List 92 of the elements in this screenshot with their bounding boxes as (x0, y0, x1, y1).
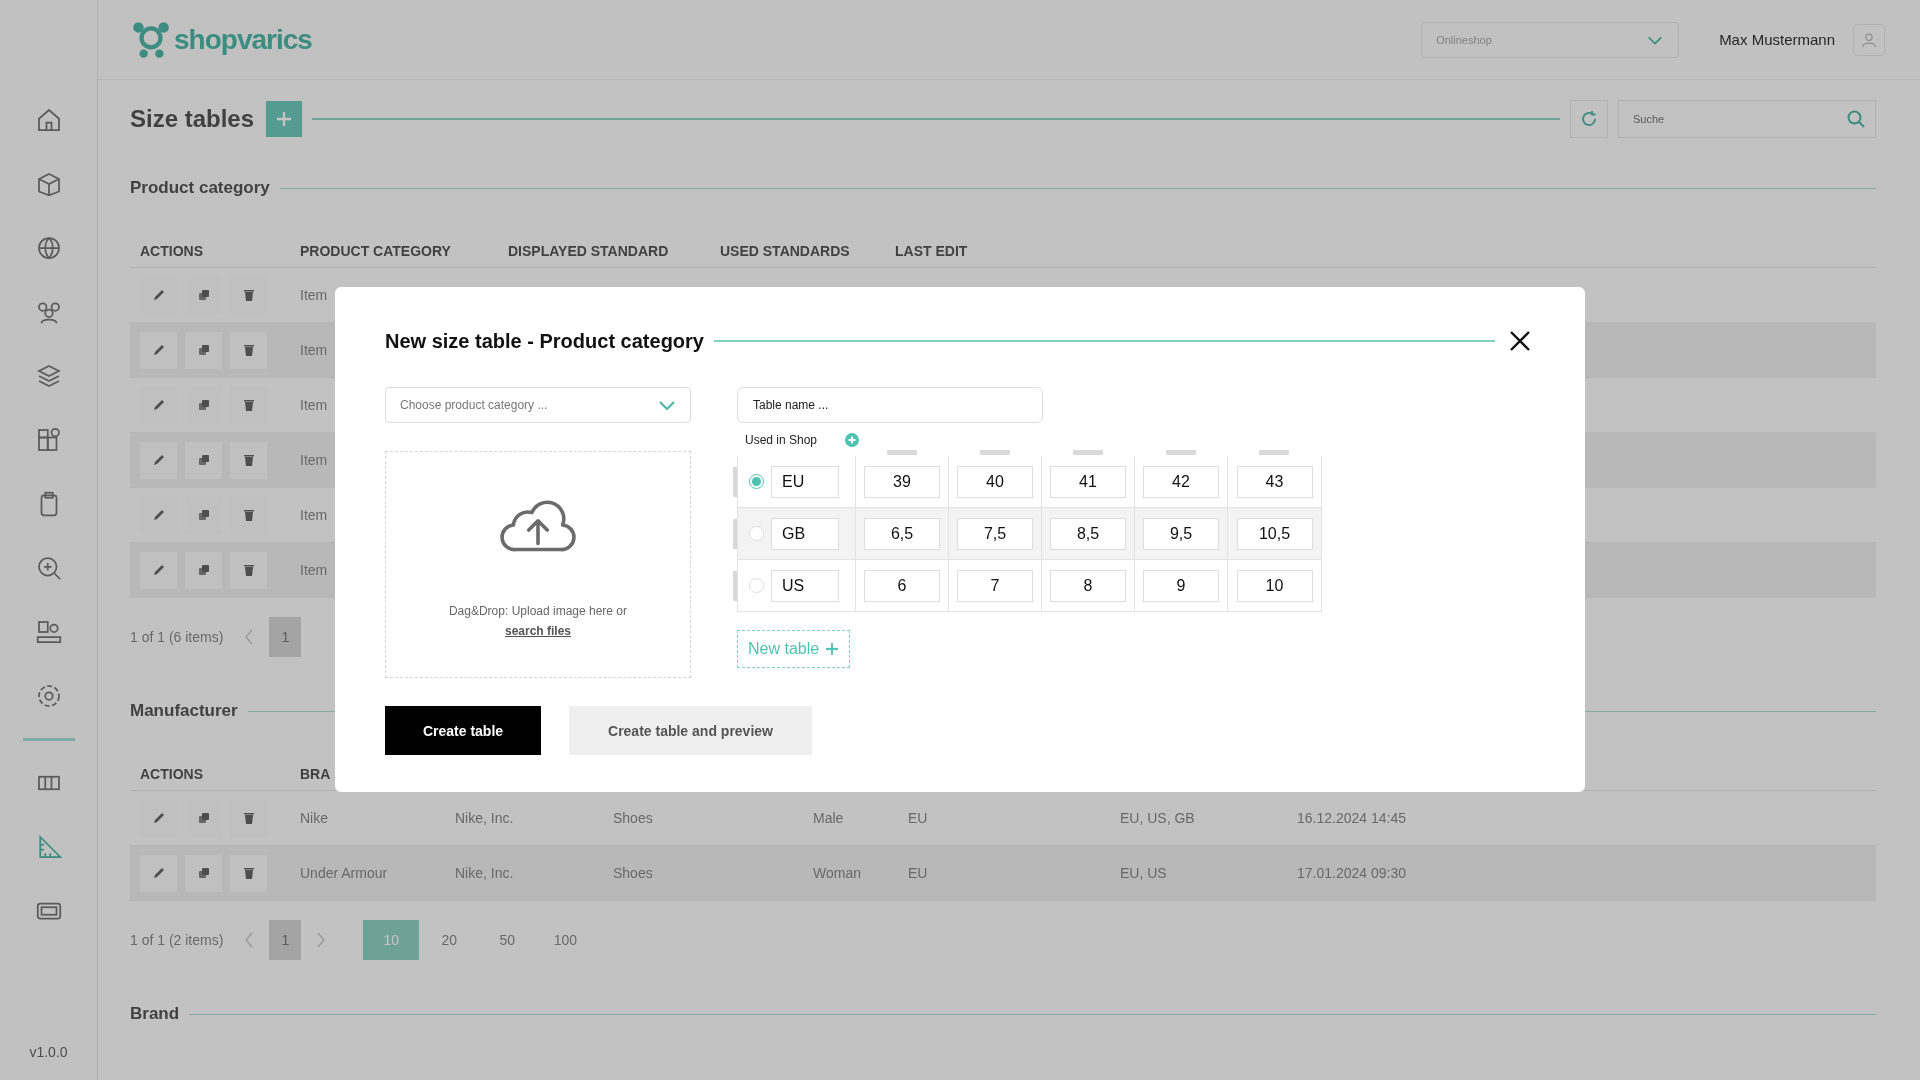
size-field[interactable]: 8 (1050, 569, 1126, 602)
search-icon (1846, 109, 1866, 129)
size-field[interactable]: 41 (1050, 465, 1126, 498)
create-table-button[interactable]: Create table (385, 706, 541, 755)
pagination-summary: 1 of 1 (2 items) (130, 932, 224, 948)
radio-button[interactable] (749, 526, 764, 541)
table-name-field[interactable]: Table name ... (737, 387, 1043, 423)
delete-button[interactable] (230, 551, 267, 589)
table-cell: Nike, Inc. (455, 810, 514, 826)
standard-field[interactable]: GB (771, 517, 839, 550)
drag-handle[interactable] (1165, 450, 1196, 455)
page-title: Size tables (130, 105, 255, 133)
table-cell: Item (300, 452, 328, 468)
edit-button[interactable] (140, 551, 177, 589)
table-cell: Item (300, 562, 328, 578)
pagination-summary: 1 of 1 (6 items) (130, 629, 224, 645)
table-cell: EU, US, GB (1120, 810, 1195, 826)
version-label: v1.0.0 (29, 1044, 68, 1060)
size-field[interactable]: 9,5 (1143, 517, 1219, 550)
drag-handle[interactable] (733, 467, 737, 497)
size-field[interactable]: 8,5 (1050, 517, 1126, 550)
column-header: BRA (300, 766, 331, 782)
table-cell: Item (300, 287, 328, 303)
column-header: ACTIONS (140, 766, 203, 782)
logo-text: shopvarics (174, 23, 312, 56)
table-cell: EU (908, 865, 928, 881)
size-field[interactable]: 7 (957, 569, 1033, 602)
table-cell: Item (300, 342, 328, 358)
copy-button[interactable] (185, 551, 222, 589)
edit-button[interactable] (140, 331, 177, 369)
refresh-icon (1579, 109, 1599, 129)
delete-button[interactable] (230, 441, 267, 479)
upload-hint: Dag&Drop: Upload image here or (448, 604, 628, 618)
used-in-shop-label: Used in Shop (745, 433, 819, 447)
table-cell: Item (300, 507, 328, 523)
add-circle-icon[interactable] (845, 433, 859, 447)
column-header: PRODUCT CATEGORY (300, 243, 451, 259)
copy-button[interactable] (185, 331, 222, 369)
standard-field[interactable]: EU (771, 465, 839, 498)
drag-handle[interactable] (1072, 450, 1103, 455)
table-cell: Woman (813, 865, 861, 881)
search-field[interactable]: Suche (1618, 100, 1876, 138)
table-cell: 16.12.2024 14:45 (1297, 810, 1406, 826)
table-cell: Male (813, 810, 844, 826)
table-cell: Item (300, 397, 328, 413)
size-field[interactable]: 43 (1236, 465, 1313, 498)
section-title: Product category (130, 178, 270, 198)
drag-handle[interactable] (886, 450, 917, 455)
standard-field[interactable]: US (771, 569, 839, 602)
edit-button[interactable] (140, 854, 177, 892)
create-preview-button[interactable]: Create table and preview (569, 706, 812, 755)
size-field[interactable]: 39 (864, 465, 940, 498)
delete-button[interactable] (230, 331, 267, 369)
table-cell: Under Armour (300, 865, 388, 881)
size-field[interactable]: 42 (1143, 465, 1219, 498)
drag-handle[interactable] (1258, 450, 1289, 455)
table-cell: EU (908, 810, 928, 826)
table-cell: Nike (300, 810, 328, 826)
section-title: Manufacturer (130, 701, 238, 721)
category-dropdown[interactable]: Choose product category ... (385, 387, 691, 423)
size-field[interactable]: 9 (1143, 569, 1219, 602)
drag-handle[interactable] (979, 450, 1010, 455)
column-header: ACTIONS (140, 243, 203, 259)
radio-button[interactable] (749, 578, 764, 593)
refresh-button[interactable] (1570, 100, 1608, 138)
table-cell: Shoes (613, 865, 653, 881)
edit-button[interactable] (140, 441, 177, 479)
close-icon (1508, 329, 1532, 353)
copy-button[interactable] (185, 441, 222, 479)
dialog-title: New size table - Product category (385, 329, 704, 353)
size-field[interactable]: 40 (957, 465, 1033, 498)
plus-icon (825, 642, 840, 656)
delete-button[interactable] (230, 854, 267, 892)
search-files-link[interactable]: search files (504, 624, 571, 638)
table-cell: Nike, Inc. (455, 865, 514, 881)
column-header: USED STANDARDS (720, 243, 850, 259)
size-field[interactable]: 10 (1236, 569, 1313, 602)
table-cell: Shoes (613, 810, 653, 826)
table-cell: 17.01.2024 09:30 (1297, 865, 1406, 881)
section-title: Brand (130, 1004, 180, 1024)
size-field[interactable]: 7,5 (957, 517, 1033, 550)
size-field[interactable]: 10,5 (1236, 517, 1313, 550)
upload-area[interactable]: Dag&Drop: Upload image here or search files (385, 451, 691, 678)
size-field[interactable]: 6,5 (864, 517, 940, 550)
drag-handle[interactable] (733, 571, 737, 601)
size-field[interactable]: 6 (864, 569, 940, 602)
column-header: DISPLAYED STANDARD (508, 243, 669, 259)
user-name: Max Mustermann (1719, 31, 1835, 48)
radio-button[interactable] (749, 474, 764, 489)
copy-button[interactable] (185, 854, 222, 892)
table-cell: EU, US (1120, 865, 1167, 881)
column-header: LAST EDIT (895, 243, 968, 259)
